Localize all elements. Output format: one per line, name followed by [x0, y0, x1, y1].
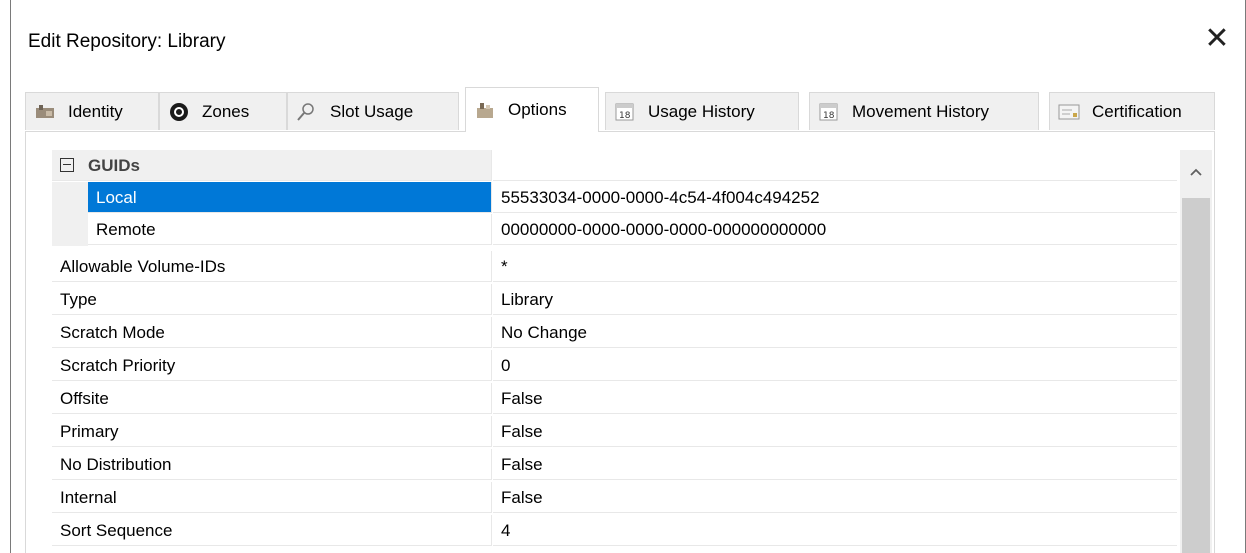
- property-name[interactable]: Local: [88, 182, 492, 213]
- category-value-cell: [493, 150, 1177, 181]
- property-row-no-distribution[interactable]: No Distribution False: [52, 449, 1177, 481]
- property-name[interactable]: Scratch Priority: [52, 350, 492, 381]
- property-name[interactable]: Allowable Volume-IDs: [52, 251, 492, 282]
- magnifier-icon: [296, 102, 318, 122]
- close-button[interactable]: ✕: [1189, 14, 1245, 64]
- property-row-sort-sequence[interactable]: Sort Sequence 4: [52, 515, 1177, 547]
- tab-strip: Identity Zones Slot Usage Options 18 Usa…: [25, 87, 1215, 132]
- tab-options[interactable]: Options: [465, 87, 599, 132]
- tab-movement-history[interactable]: 18 Movement History: [809, 92, 1039, 130]
- property-value[interactable]: Library: [493, 284, 1177, 315]
- vertical-scrollbar[interactable]: [1180, 150, 1212, 553]
- row-gutter: [52, 214, 88, 246]
- scroll-up-arrow-icon[interactable]: [1180, 156, 1212, 186]
- property-row-primary[interactable]: Primary False: [52, 416, 1177, 448]
- svg-text:18: 18: [823, 111, 835, 121]
- property-row-scratch-mode[interactable]: Scratch Mode No Change: [52, 317, 1177, 349]
- property-name[interactable]: Scratch Mode: [52, 317, 492, 348]
- tab-zones[interactable]: Zones: [159, 92, 287, 130]
- category-guids[interactable]: GUIDs: [52, 150, 1177, 182]
- collapse-icon[interactable]: [60, 157, 74, 172]
- tab-options-label: Options: [508, 100, 567, 119]
- property-row-allowable-volume-ids[interactable]: Allowable Volume-IDs *: [52, 251, 1177, 283]
- property-value[interactable]: *: [493, 251, 1177, 282]
- tab-identity[interactable]: Identity: [25, 92, 159, 130]
- calendar-icon: 18: [818, 102, 840, 122]
- property-row-remote[interactable]: Remote 00000000-0000-0000-0000-000000000…: [52, 214, 1177, 246]
- property-name[interactable]: No Distribution: [52, 449, 492, 480]
- row-gutter: [52, 182, 88, 214]
- tab-usage-history[interactable]: 18 Usage History: [605, 92, 799, 130]
- property-value[interactable]: False: [493, 416, 1177, 447]
- property-value[interactable]: 4: [493, 515, 1177, 546]
- scroll-thumb[interactable]: [1182, 198, 1210, 553]
- category-header[interactable]: GUIDs: [52, 150, 492, 181]
- tab-zones-label: Zones: [202, 101, 250, 121]
- property-value[interactable]: False: [493, 383, 1177, 414]
- options-icon: [474, 100, 496, 120]
- svg-text:18: 18: [619, 111, 631, 121]
- property-row-internal[interactable]: Internal False: [52, 482, 1177, 514]
- title-bar: Edit Repository: Library ✕: [11, 0, 1245, 78]
- category-label: GUIDs: [88, 156, 140, 175]
- identity-icon: [34, 102, 56, 122]
- property-value[interactable]: 00000000-0000-0000-0000-000000000000: [493, 214, 1177, 245]
- zones-icon: [168, 102, 190, 122]
- tab-certification[interactable]: Certification: [1049, 92, 1215, 130]
- property-row-type[interactable]: Type Library: [52, 284, 1177, 316]
- property-name[interactable]: Primary: [52, 416, 492, 447]
- dialog-title: Edit Repository: Library: [28, 31, 226, 52]
- certificate-icon: [1058, 102, 1080, 122]
- property-value[interactable]: No Change: [493, 317, 1177, 348]
- tab-slot-usage-label: Slot Usage: [330, 101, 414, 121]
- tab-identity-label: Identity: [68, 101, 123, 121]
- property-name[interactable]: Remote: [88, 214, 492, 245]
- tab-usage-history-label: Usage History: [648, 101, 755, 121]
- tab-certification-label: Certification: [1092, 101, 1182, 121]
- property-row-scratch-priority[interactable]: Scratch Priority 0: [52, 350, 1177, 382]
- property-value[interactable]: False: [493, 482, 1177, 513]
- property-row-local[interactable]: Local 55533034-0000-0000-4c54-4f004c4942…: [52, 182, 1177, 214]
- property-value[interactable]: False: [493, 449, 1177, 480]
- property-value[interactable]: 55533034-0000-0000-4c54-4f004c494252: [493, 182, 1177, 213]
- property-row-offsite[interactable]: Offsite False: [52, 383, 1177, 415]
- property-name[interactable]: Type: [52, 284, 492, 315]
- property-name[interactable]: Sort Sequence: [52, 515, 492, 546]
- property-name[interactable]: Internal: [52, 482, 492, 513]
- calendar-icon: 18: [614, 102, 636, 122]
- tab-movement-history-label: Movement History: [852, 101, 989, 121]
- property-name[interactable]: Offsite: [52, 383, 492, 414]
- property-value[interactable]: 0: [493, 350, 1177, 381]
- tab-slot-usage[interactable]: Slot Usage: [287, 92, 459, 130]
